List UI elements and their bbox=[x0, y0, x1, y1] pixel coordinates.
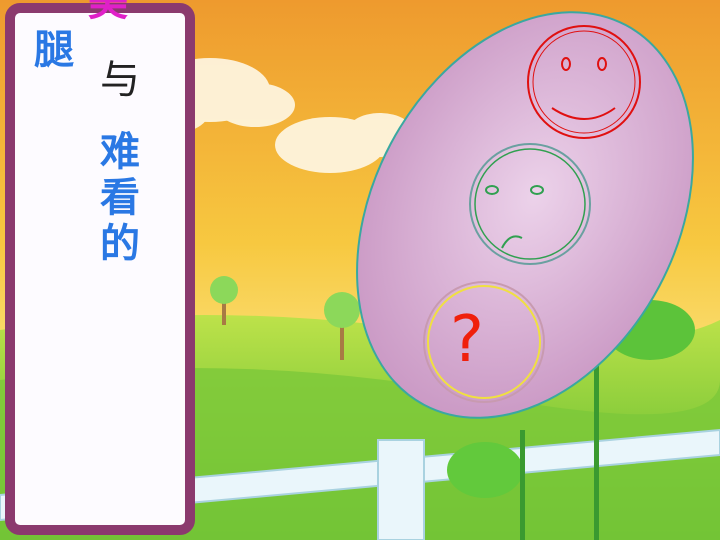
question-mark: ? bbox=[450, 303, 484, 377]
slide: 美 腿 与 难看的 ? bbox=[0, 0, 720, 540]
magenta-heading-char: 美 bbox=[88, 0, 128, 25]
heading-column-middle-top: 与 bbox=[93, 58, 139, 104]
heading-column-middle-bottom: 难看的 bbox=[93, 130, 139, 268]
heading-column-left: 腿 bbox=[27, 28, 73, 74]
